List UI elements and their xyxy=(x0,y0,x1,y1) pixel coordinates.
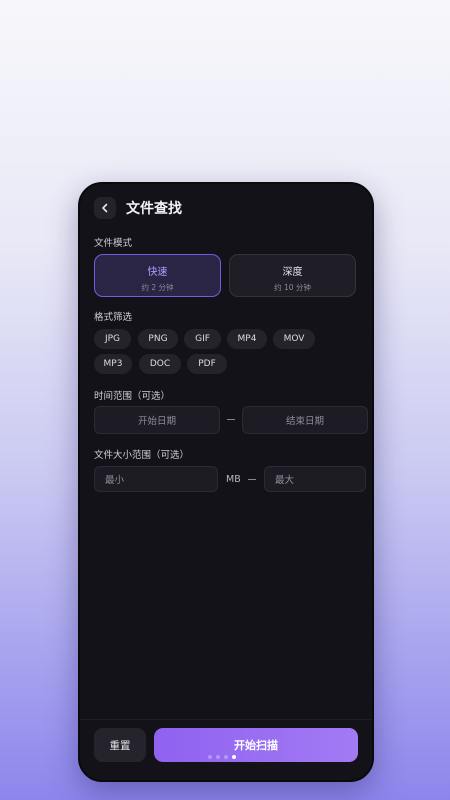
size-range-label: 文件大小范围（可选） xyxy=(94,450,190,461)
page-indicator xyxy=(208,755,236,759)
page-dot xyxy=(224,755,228,759)
end-date-field[interactable]: 结束日期 xyxy=(242,406,368,434)
back-button[interactable] xyxy=(94,197,116,219)
mode-deep-name: 深度 xyxy=(282,267,303,278)
format-chip-mp3[interactable]: MP3 xyxy=(94,354,132,374)
min-size-field[interactable]: 最小 xyxy=(94,466,218,492)
mode-deep-time: 约 10 分钟 xyxy=(274,283,311,292)
format-filter-label: 格式筛选 xyxy=(94,312,133,323)
start-scan-button[interactable]: 开始扫描 xyxy=(154,728,358,762)
max-size-field[interactable]: 最大 xyxy=(264,466,366,492)
format-chip-doc[interactable]: DOC xyxy=(139,354,181,374)
format-chip-mov[interactable]: MOV xyxy=(273,329,315,349)
scan-mode-label: 文件模式 xyxy=(94,238,133,249)
mode-option-quick[interactable]: 快速 约 2 分钟 xyxy=(94,254,221,297)
mode-option-deep[interactable]: 深度 约 10 分钟 xyxy=(229,254,356,297)
format-chip-mp4[interactable]: MP4 xyxy=(227,329,267,349)
header: 文件查找 xyxy=(94,196,182,220)
format-chip-jpg[interactable]: JPG xyxy=(94,329,131,349)
page-dot xyxy=(216,755,220,759)
time-range-label: 时间范围（可选） xyxy=(94,391,171,402)
format-chip-gif[interactable]: GIF xyxy=(184,329,221,349)
size-range-separator xyxy=(248,479,256,480)
format-chip-pdf[interactable]: PDF xyxy=(187,354,227,374)
page-title: 文件查找 xyxy=(126,201,182,217)
reset-button[interactable]: 重置 xyxy=(94,728,146,762)
page-dot-active xyxy=(232,755,236,759)
size-unit-label: MB xyxy=(226,474,241,485)
mode-quick-time: 约 2 分钟 xyxy=(141,283,174,292)
page-dot xyxy=(208,755,212,759)
phone-screen: 文件查找 文件模式 快速 约 2 分钟 深度 约 10 分钟 格式筛选 JPG … xyxy=(78,182,374,782)
start-date-field[interactable]: 开始日期 xyxy=(94,406,220,434)
mode-quick-name: 快速 xyxy=(147,267,168,278)
chevron-left-icon xyxy=(102,203,108,213)
date-range-separator xyxy=(227,419,235,420)
format-chip-png[interactable]: PNG xyxy=(138,329,178,349)
